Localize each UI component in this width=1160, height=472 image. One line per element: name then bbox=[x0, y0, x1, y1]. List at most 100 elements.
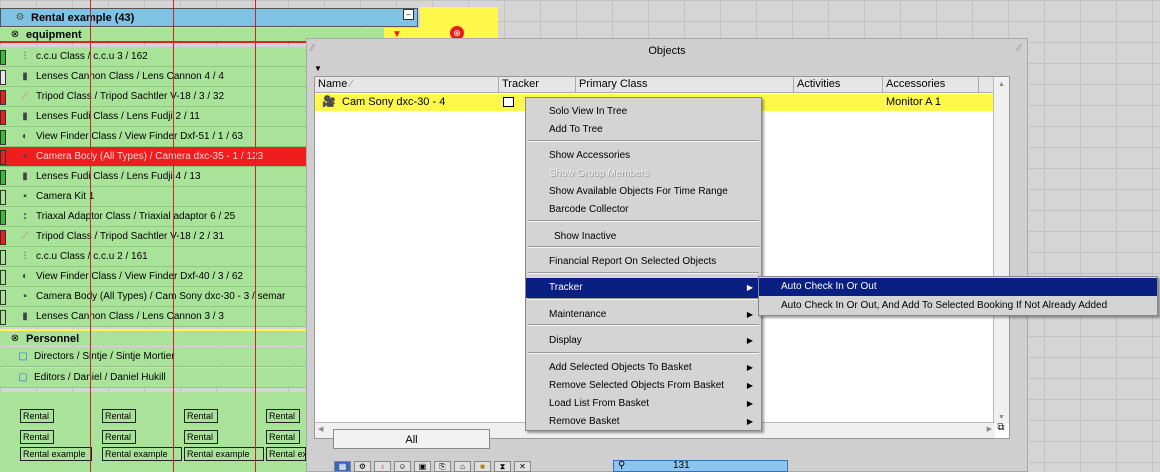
vertical-scrollbar[interactable]: ▲ ▼ bbox=[993, 77, 1009, 424]
tree-item[interactable]: ⟋ Tripod Class / Tripod Sachtler V-18 / 2… bbox=[0, 227, 318, 247]
gear-icon[interactable]: ⚙ bbox=[354, 461, 371, 472]
adaptor-icon: ⦂ bbox=[23, 211, 27, 222]
booking-cell[interactable]: Rental bbox=[20, 409, 54, 423]
group-row-personnel[interactable]: ⊗ Personnel bbox=[0, 329, 318, 346]
table-view-icon[interactable]: ▦ bbox=[334, 461, 351, 472]
menu-item-maintenance[interactable]: Maintenance ▶ bbox=[526, 305, 761, 325]
column-menu-arrow[interactable]: ▼ bbox=[314, 64, 322, 73]
tree-item[interactable]: ◐ View Finder Class / View Finder Dxf-40 … bbox=[0, 267, 318, 287]
menu-item-label: Tracker bbox=[549, 282, 583, 293]
submenu-arrow-icon: ▶ bbox=[746, 283, 753, 292]
resize-grip-icon[interactable]: ⁄⁄ bbox=[1018, 43, 1021, 54]
tree-item-label: Triaxal Adaptor Class / Triaxial adaptor… bbox=[36, 211, 236, 222]
scroll-up-icon[interactable]: ▲ bbox=[994, 81, 1009, 88]
submenu-item-auto-check-add-booking[interactable]: Auto Check In Or Out, And Add To Selecte… bbox=[759, 297, 1157, 315]
column-header-name[interactable]: Name ⁄ bbox=[315, 77, 499, 93]
menu-item-load-list-from-basket[interactable]: Load List From Basket ▶ bbox=[526, 394, 761, 414]
scroll-right-icon[interactable]: ▶ bbox=[987, 425, 992, 433]
menu-item-label: Financial Report On Selected Objects bbox=[549, 256, 717, 267]
column-header-accessories[interactable]: Accessories bbox=[883, 77, 979, 93]
menu-separator bbox=[528, 220, 759, 222]
menu-item-show-available-objects-for-time-range[interactable]: Show Available Objects For Time Range bbox=[526, 182, 761, 202]
column-header-label: Name bbox=[318, 78, 348, 90]
menu-item-label: Display bbox=[549, 335, 582, 346]
booking-cell[interactable]: Rental bbox=[102, 430, 136, 444]
group-label-personnel: Personnel bbox=[26, 332, 80, 345]
status-stripe bbox=[0, 130, 6, 145]
menu-item-label: Show Inactive bbox=[554, 231, 617, 242]
submenu-item-auto-check[interactable]: Auto Check In Or Out bbox=[759, 278, 1157, 296]
menu-item-barcode-collector[interactable]: Barcode Collector bbox=[526, 200, 761, 220]
people-icon[interactable]: ☺ bbox=[394, 461, 411, 472]
tree-item[interactable]: ▢ Editors / Daniel / Daniel Hukill bbox=[0, 368, 318, 388]
tree-item[interactable]: ▪ Camera Body (All Types) / Camera dxc-35… bbox=[0, 147, 318, 167]
tree-item[interactable]: ▮ Lenses Cannon Class / Lens Cannon 3 / 3 bbox=[0, 307, 318, 327]
tree-item[interactable]: ▢ Directors / Sintje / Sintje Mortier bbox=[0, 347, 318, 367]
tree-item[interactable]: ▮ Lenses Fudi Class / Lens Fudji 4 / 13 bbox=[0, 167, 318, 187]
collapse-toggle[interactable]: – bbox=[403, 9, 414, 20]
search-field[interactable]: ⚲ 131 bbox=[613, 460, 788, 472]
menu-separator bbox=[528, 140, 759, 142]
camera-icon: ▪ bbox=[23, 151, 27, 162]
trash-icon[interactable]: ⌂ bbox=[454, 461, 471, 472]
menu-item-financial-report-on-selected-objects[interactable]: Financial Report On Selected Objects bbox=[526, 252, 761, 272]
booking-cell[interactable]: Rental bbox=[184, 409, 218, 423]
menu-item-show-inactive[interactable]: Show Inactive bbox=[526, 227, 761, 247]
booking-cell[interactable]: Rental example bbox=[20, 447, 92, 461]
column-header-tracker[interactable]: Tracker bbox=[499, 77, 576, 93]
bag-icon[interactable]: ♁ bbox=[374, 461, 391, 472]
status-stripe bbox=[0, 290, 6, 305]
tree-item[interactable]: ▪ Camera Body (All Types) / Cam Sony dxc-… bbox=[0, 287, 318, 307]
tools-icon[interactable]: ✕ bbox=[514, 461, 531, 472]
booking-cell[interactable]: Rental example bbox=[266, 447, 306, 461]
booking-cell[interactable]: Rental bbox=[20, 430, 54, 444]
menu-item-add-selected-objects-to-basket[interactable]: Add Selected Objects To Basket ▶ bbox=[526, 358, 761, 378]
column-header-activities[interactable]: Activities bbox=[794, 77, 883, 93]
tree-item[interactable]: ⫶ c.c.u Class / c.c.u 3 / 162 bbox=[0, 47, 318, 67]
menu-item-show-accessories[interactable]: Show Accessories bbox=[526, 146, 761, 166]
tree-item-label: View Finder Class / View Finder Dxf-51 /… bbox=[36, 131, 243, 142]
submenu-arrow-icon: ▶ bbox=[746, 336, 753, 345]
menu-separator bbox=[528, 298, 759, 300]
column-header-primary-class[interactable]: Primary Class bbox=[576, 77, 794, 93]
booking-cell[interactable]: Rental bbox=[266, 409, 300, 423]
menu-item-remove-selected-objects-from-basket[interactable]: Remove Selected Objects From Basket ▶ bbox=[526, 376, 761, 396]
camera-icon: ▪ bbox=[23, 191, 27, 202]
tree-item-label: Camera Body (All Types) / Cam Sony dxc-3… bbox=[36, 291, 286, 302]
booking-cell[interactable]: Rental example bbox=[102, 447, 182, 461]
tree-item[interactable]: ◐ View Finder Class / View Finder Dxf-51 … bbox=[0, 127, 318, 147]
document-icon[interactable]: ⎘ bbox=[434, 461, 451, 472]
scroll-down-icon[interactable]: ▼ bbox=[994, 414, 1009, 421]
header-yellow-cell bbox=[420, 7, 498, 28]
booking-cell[interactable]: Rental example bbox=[184, 447, 264, 461]
tree-item[interactable]: ⟋ Tripod Class / Tripod Sachtler V-18 / 3… bbox=[0, 87, 318, 107]
booking-cell[interactable]: Rental bbox=[102, 409, 136, 423]
menu-item-remove-basket[interactable]: Remove Basket ▶ bbox=[526, 412, 761, 432]
booking-cell[interactable]: Rental bbox=[184, 430, 218, 444]
tree-item[interactable]: ⫶ c.c.u Class / c.c.u 2 / 161 bbox=[0, 247, 318, 267]
tree-item[interactable]: ▪ Camera Kit 1 bbox=[0, 187, 318, 207]
menu-item-add-to-tree[interactable]: Add To Tree bbox=[526, 120, 761, 140]
resize-grip-icon[interactable]: ⁄⁄ bbox=[311, 43, 314, 54]
menu-item-label: Show Available Objects For Time Range bbox=[549, 186, 728, 197]
scroll-left-icon[interactable]: ◀ bbox=[318, 425, 323, 433]
menu-item-tracker[interactable]: Tracker ▶ bbox=[526, 278, 761, 298]
tree-item[interactable]: ▮ Lenses Fudi Class / Lens Fudji 2 / 11 bbox=[0, 107, 318, 127]
all-button[interactable]: All bbox=[333, 429, 490, 449]
tree-item-label: Directors / Sintje / Sintje Mortier bbox=[34, 351, 175, 362]
camera-icon[interactable]: ▣ bbox=[414, 461, 431, 472]
booking-cell[interactable]: Rental bbox=[266, 430, 300, 444]
tree-item[interactable]: ⦂ Triaxal Adaptor Class / Triaxial adapto… bbox=[0, 207, 318, 227]
menu-item-show-group-members[interactable]: Show Group Members bbox=[526, 164, 761, 184]
menu-item-label: Remove Selected Objects From Basket bbox=[549, 380, 725, 391]
status-stripe bbox=[0, 190, 6, 205]
menu-item-solo-view-in-tree[interactable]: Solo View In Tree bbox=[526, 102, 761, 122]
menu-item-label: Load List From Basket bbox=[549, 398, 650, 409]
box-icon[interactable]: ■ bbox=[474, 461, 491, 472]
menu-item-display[interactable]: Display ▶ bbox=[526, 331, 761, 351]
tree-header[interactable]: ⚙ Rental example (43) bbox=[0, 8, 418, 27]
dialog-title: Objects bbox=[648, 45, 686, 57]
tree-item-label: c.c.u Class / c.c.u 2 / 161 bbox=[36, 251, 148, 262]
tree-item[interactable]: ▮ Lenses Cannon Class / Lens Cannon 4 / 4 bbox=[0, 67, 318, 87]
barcode-icon[interactable]: ⧗ bbox=[494, 461, 511, 472]
